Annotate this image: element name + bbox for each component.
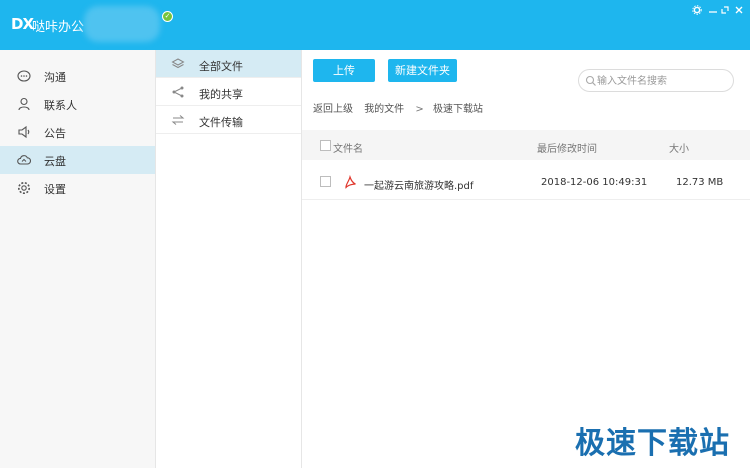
tab-file-transfer[interactable]: 文件传输 <box>156 106 301 134</box>
settings-icon[interactable] <box>691 5 703 17</box>
search-input[interactable] <box>597 73 727 89</box>
column-header-name[interactable]: 文件名 <box>333 140 363 155</box>
avatar[interactable] <box>84 6 160 42</box>
file-table-header: 文件名 最后修改时间 大小 <box>302 130 750 160</box>
close-icon[interactable] <box>733 5 745 17</box>
verified-badge-icon: ✓ <box>162 11 173 22</box>
nav-item-announcement[interactable]: 公告 <box>0 118 155 146</box>
column-header-modified[interactable]: 最后修改时间 <box>537 140 597 155</box>
file-browser: 上传 新建文件夹 返回上级 我的文件 > 极速下载站 文件名 最后修改时间 大小… <box>302 50 750 468</box>
nav-item-settings[interactable]: 设置 <box>0 174 155 202</box>
cloud-icon <box>17 155 31 165</box>
breadcrumb-back-link[interactable]: 返回上级 <box>313 100 353 115</box>
left-nav: 沟通 联系人 公告 云盘 设置 <box>0 50 156 468</box>
search-box[interactable] <box>578 69 734 92</box>
sub-nav-label: 文件传输 <box>199 116 243 129</box>
tab-my-shares[interactable]: 我的共享 <box>156 78 301 106</box>
search-icon <box>585 75 596 86</box>
column-header-size[interactable]: 大小 <box>669 140 689 155</box>
select-all-checkbox[interactable] <box>320 140 331 151</box>
nav-label: 设置 <box>44 183 66 196</box>
file-name[interactable]: 一起游云南旅游攻略.pdf <box>364 177 473 192</box>
nav-item-contacts[interactable]: 联系人 <box>0 90 155 118</box>
upload-button[interactable]: 上传 <box>313 59 375 82</box>
nav-label: 公告 <box>44 127 66 140</box>
file-size: 12.73 MB <box>676 177 724 188</box>
minimize-icon[interactable] <box>707 5 719 17</box>
breadcrumb-current: 极速下载站 <box>432 104 483 115</box>
breadcrumb-root-link[interactable]: 我的文件 <box>364 100 404 115</box>
layers-icon <box>171 58 185 69</box>
chat-bubble-icon <box>17 70 31 82</box>
breadcrumb: 返回上级 我的文件 > 极速下载站 <box>313 100 491 115</box>
sub-nav: 全部文件 我的共享 文件传输 <box>156 50 302 468</box>
breadcrumb-separator: > <box>415 104 424 115</box>
tab-all-files[interactable]: 全部文件 <box>156 50 301 78</box>
app-name: 哒咔办公 <box>32 20 85 35</box>
transfer-icon <box>171 115 185 125</box>
table-row[interactable]: 一起游云南旅游攻略.pdf 2018-12-06 10:49:31 12.73 … <box>302 166 750 200</box>
row-checkbox[interactable] <box>320 176 331 187</box>
app-logo: DX <box>11 15 34 33</box>
new-folder-button[interactable]: 新建文件夹 <box>388 59 457 82</box>
person-icon <box>18 97 30 111</box>
nav-label: 云盘 <box>44 155 66 168</box>
title-bar: DX 哒咔办公 ✓ <box>0 0 750 50</box>
maximize-icon[interactable] <box>719 5 731 17</box>
megaphone-icon <box>18 125 30 139</box>
nav-item-cloud-drive[interactable]: 云盘 <box>0 146 155 174</box>
nav-label: 联系人 <box>44 99 77 112</box>
gear-icon <box>18 182 30 194</box>
sub-nav-label: 我的共享 <box>199 88 243 101</box>
pdf-icon <box>345 175 356 189</box>
file-modified-time: 2018-12-06 10:49:31 <box>541 177 648 188</box>
sub-nav-label: 全部文件 <box>199 60 243 73</box>
share-icon <box>172 86 184 98</box>
watermark-logo: 极速下载站 <box>575 426 730 461</box>
nav-item-chat[interactable]: 沟通 <box>0 62 155 90</box>
nav-label: 沟通 <box>44 71 66 84</box>
